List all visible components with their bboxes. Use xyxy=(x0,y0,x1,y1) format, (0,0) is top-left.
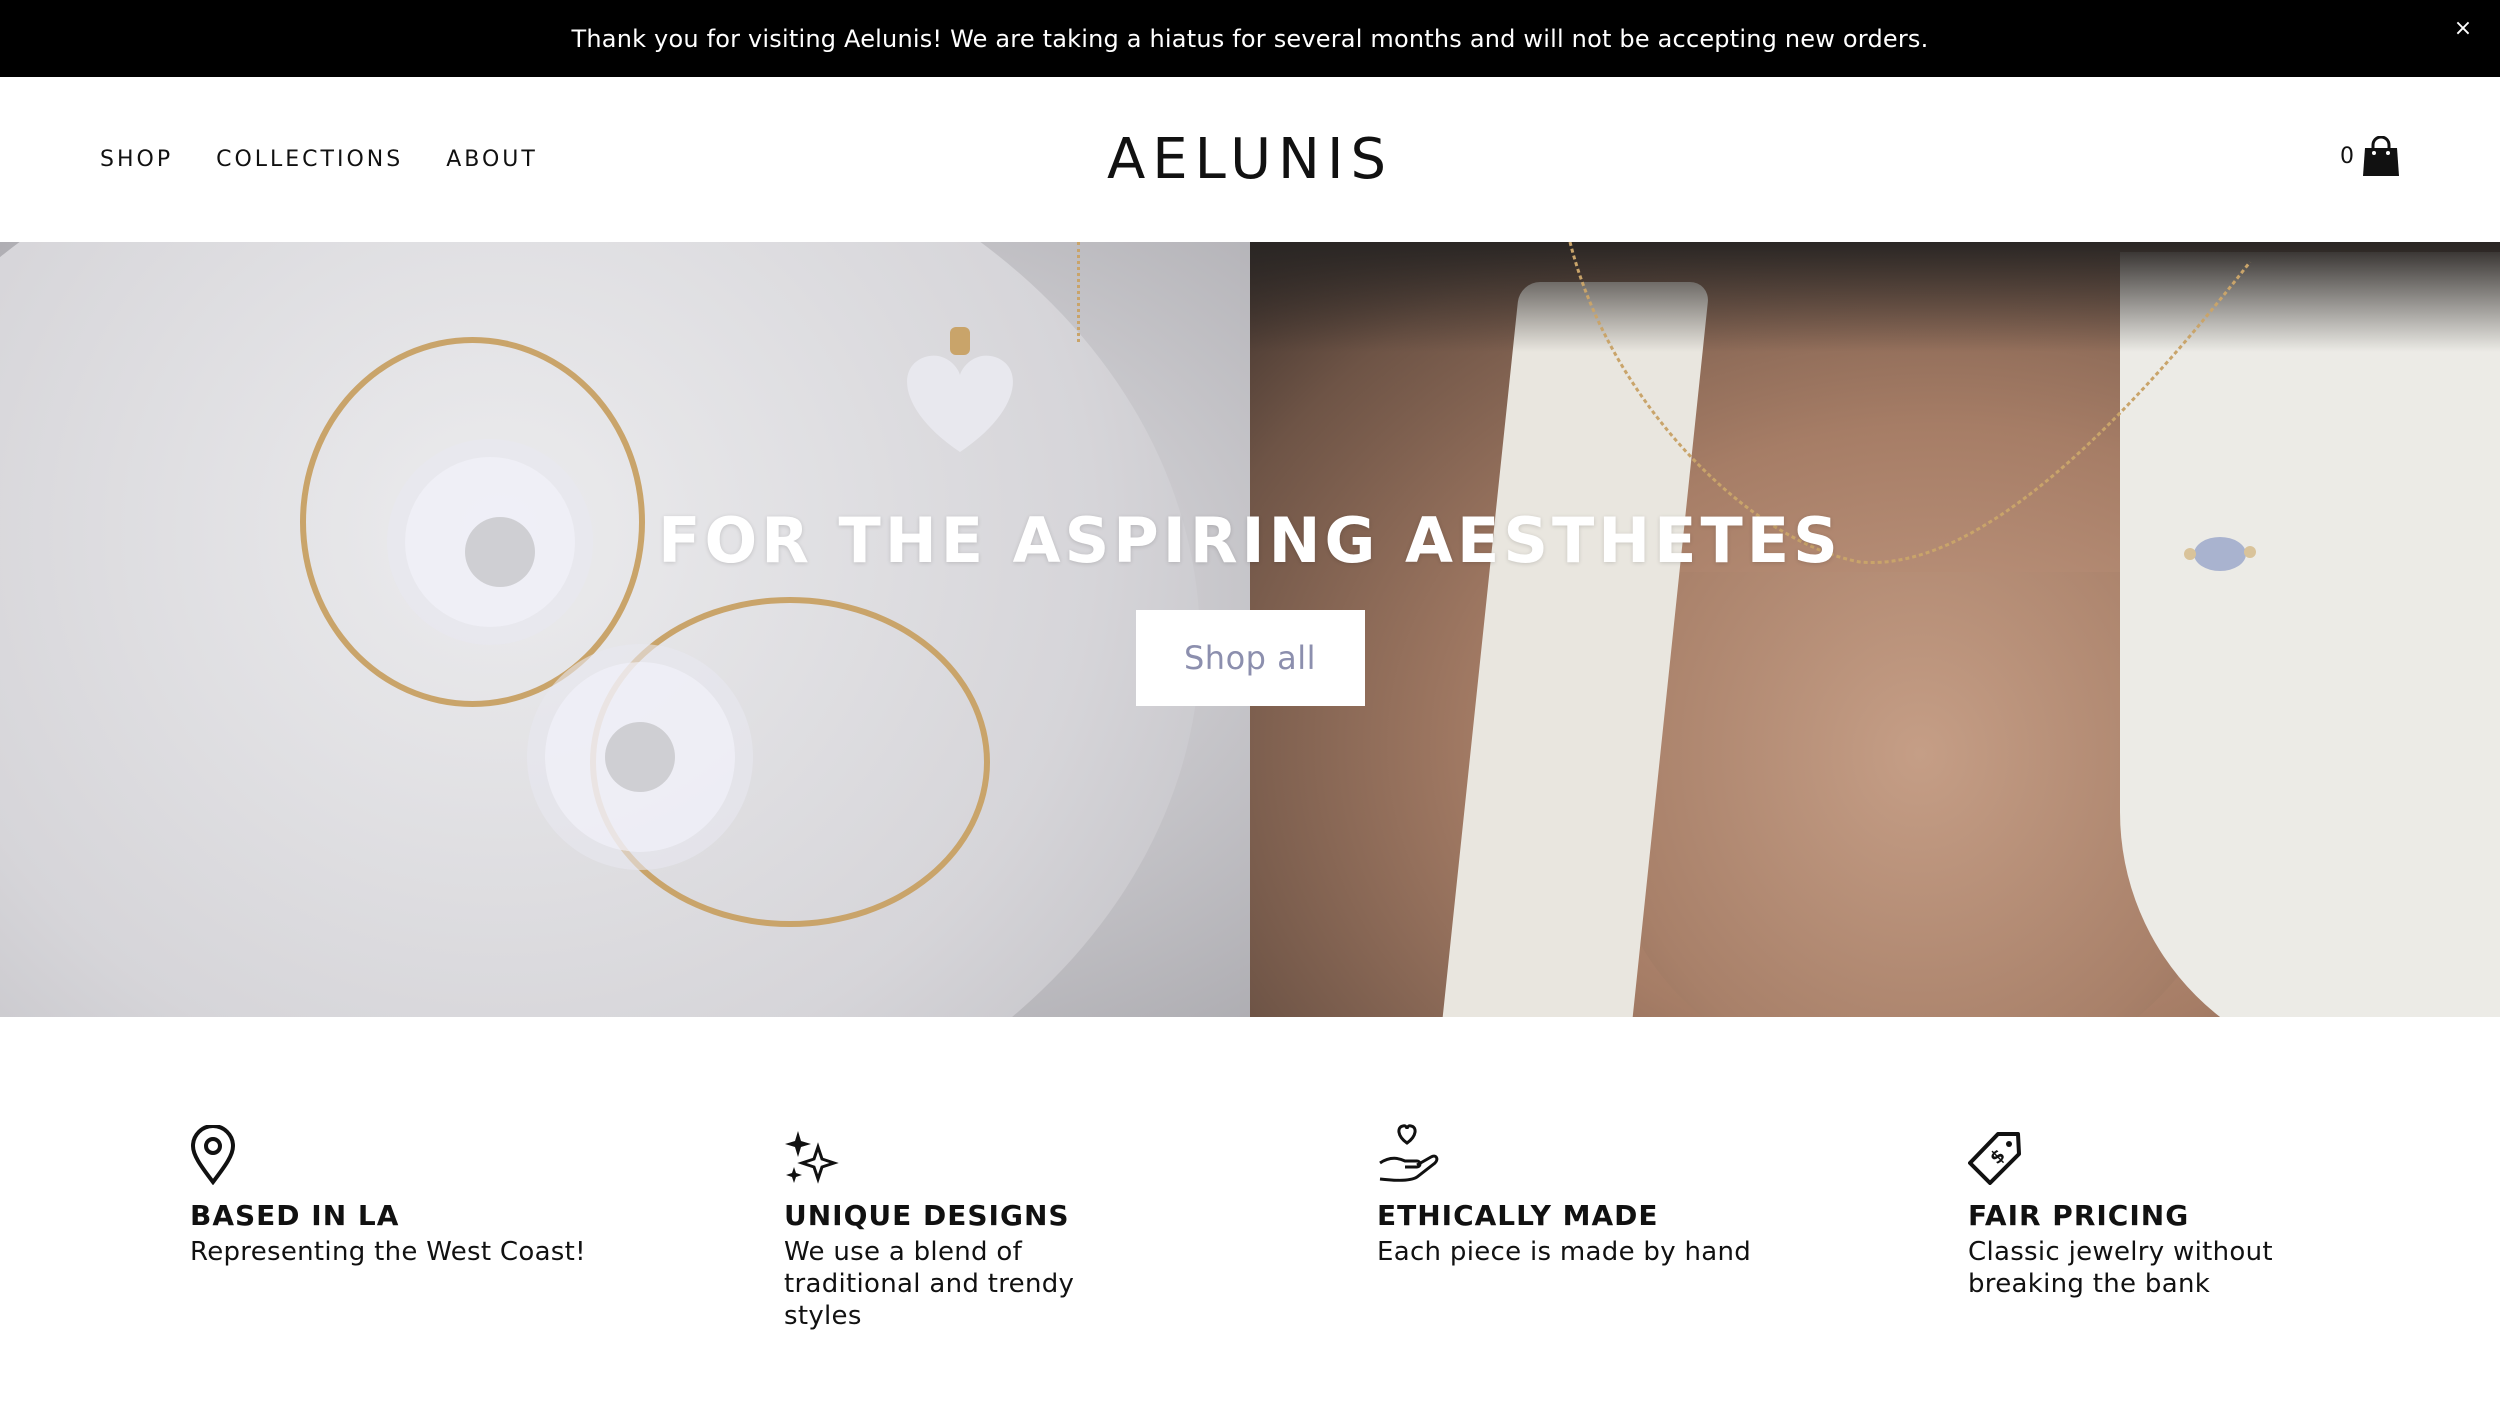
logo[interactable]: AELUNIS xyxy=(1107,127,1393,192)
features-section: BASED IN LA Representing the West Coast!… xyxy=(0,1017,2500,1410)
feature-desc: Classic jewelry without breaking the ban… xyxy=(1968,1237,2273,1299)
feature-item: BASED IN LA Representing the West Coast! xyxy=(190,1117,610,1268)
feature-item: ETHICALLY MADE Each piece is made by han… xyxy=(1377,1117,1797,1268)
feature-title: ETHICALLY MADE xyxy=(1377,1199,1659,1232)
announcement-bar: Thank you for visiting Aelunis! We are t… xyxy=(0,0,2500,77)
hero-banner: FOR THE ASPIRING AESTHETES Shop all xyxy=(0,242,2500,1017)
feature-item: UNIQUE DESIGNS We use a blend of traditi… xyxy=(784,1117,1204,1332)
hero-content: FOR THE ASPIRING AESTHETES Shop all xyxy=(0,242,2500,1017)
close-icon[interactable]: × xyxy=(2448,14,2478,44)
nav-collections[interactable]: COLLECTIONS xyxy=(216,147,403,172)
feature-item: $ FAIR PRICING Classic jewelry without b… xyxy=(1968,1117,2388,1300)
nav-about[interactable]: ABOUT xyxy=(446,147,538,172)
feature-title: UNIQUE DESIGNS xyxy=(784,1199,1070,1232)
map-pin-icon xyxy=(190,1117,610,1185)
hero-title: FOR THE ASPIRING AESTHETES xyxy=(658,504,1842,577)
sparkles-icon xyxy=(784,1117,1204,1185)
heart-hand-icon xyxy=(1377,1117,1797,1185)
nav-shop[interactable]: SHOP xyxy=(100,147,173,172)
feature-title: BASED IN LA xyxy=(190,1199,400,1232)
main-nav: SHOP COLLECTIONS ABOUT xyxy=(100,77,538,242)
feature-desc: Representing the West Coast! xyxy=(190,1237,586,1267)
feature-desc: We use a blend of traditional and trendy… xyxy=(784,1237,1075,1331)
feature-title: FAIR PRICING xyxy=(1968,1199,2190,1232)
feature-desc: Each piece is made by hand xyxy=(1377,1237,1752,1267)
shop-all-button[interactable]: Shop all xyxy=(1135,610,1365,706)
cart-button[interactable]: 0 xyxy=(2340,131,2400,181)
shopping-bag-icon xyxy=(2362,136,2400,176)
cart-count: 0 xyxy=(2340,143,2354,169)
site-header: SHOP COLLECTIONS ABOUT AELUNIS 0 xyxy=(0,77,2500,242)
announcement-text: Thank you for visiting Aelunis! We are t… xyxy=(571,24,1929,53)
price-tag-icon: $ xyxy=(1968,1117,2388,1185)
